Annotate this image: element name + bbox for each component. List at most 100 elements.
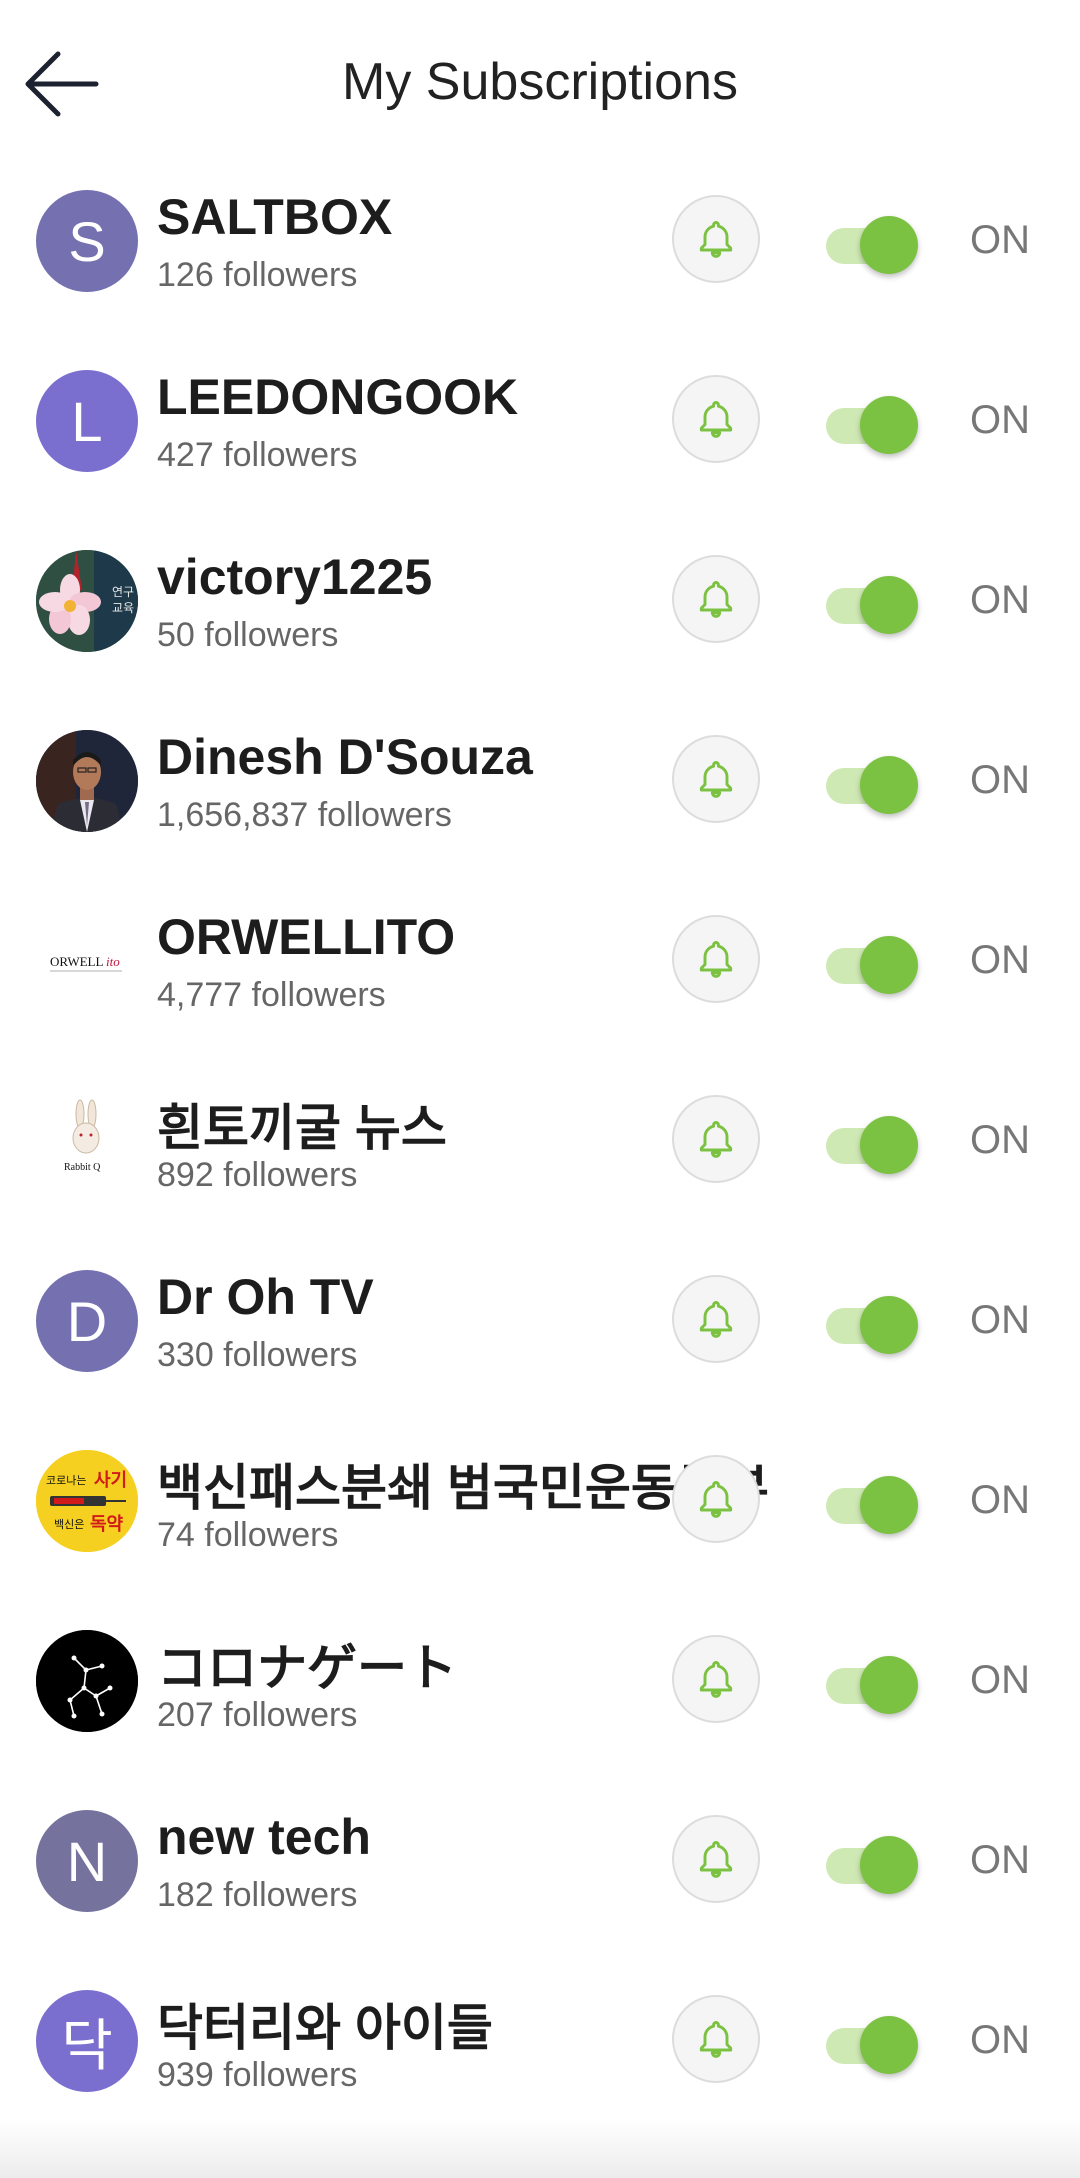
channel-name: ORWELLITO bbox=[157, 909, 456, 965]
notification-bell-button[interactable] bbox=[672, 1275, 760, 1363]
follower-count: 50 followers bbox=[157, 616, 339, 654]
notification-bell-button[interactable] bbox=[672, 1455, 760, 1543]
notification-bell-button[interactable] bbox=[672, 1095, 760, 1183]
follower-count: 4,777 followers bbox=[157, 976, 386, 1014]
svg-text:독약: 독약 bbox=[90, 1513, 124, 1535]
avatar bbox=[36, 1630, 138, 1732]
toggle-status-label: ON bbox=[970, 1298, 1030, 1342]
rabbit-logo-avatar: Rabbit Q bbox=[36, 1090, 138, 1192]
channel-name: victory1225 bbox=[157, 549, 433, 605]
subscription-toggle[interactable] bbox=[822, 1288, 922, 1354]
vaccine-logo-avatar: 코로나는 사기 백신은 독약 bbox=[36, 1450, 138, 1552]
flower-avatar-image: 연구 교육 bbox=[36, 550, 138, 652]
channel-name: Dinesh D'Souza bbox=[157, 729, 533, 785]
avatar: D bbox=[36, 1270, 138, 1372]
subscription-toggle[interactable] bbox=[822, 1468, 922, 1534]
notification-bell-button[interactable] bbox=[672, 1995, 760, 2083]
toggle-status-label: ON bbox=[970, 398, 1030, 442]
bell-icon bbox=[699, 761, 733, 798]
svg-text:교육: 교육 bbox=[112, 601, 134, 615]
notification-bell-button[interactable] bbox=[672, 555, 760, 643]
subscription-row[interactable]: S SALTBOX 126 followers ON bbox=[0, 150, 1080, 330]
avatar-letter: L bbox=[71, 389, 103, 453]
follower-count: 74 followers bbox=[157, 1516, 339, 1554]
subscription-row[interactable]: 연구 교육 victory1225 50 followers ON bbox=[0, 510, 1080, 690]
subscription-toggle[interactable] bbox=[822, 388, 922, 454]
follower-count: 427 followers bbox=[157, 436, 358, 474]
follower-count: 1,656,837 followers bbox=[157, 796, 452, 834]
avatar: 닥 bbox=[36, 1990, 138, 2092]
follower-count: 939 followers bbox=[157, 2056, 358, 2094]
subscription-row[interactable]: L LEEDONGOOK 427 followers ON bbox=[0, 330, 1080, 510]
subscription-row[interactable]: Rabbit Q 흰토끼굴 뉴스 892 followers ON bbox=[0, 1050, 1080, 1230]
toggle-status-label: ON bbox=[970, 1118, 1030, 1162]
subscription-row[interactable]: D Dr Oh TV 330 followers ON bbox=[0, 1230, 1080, 1410]
toggle-status-label: ON bbox=[970, 1478, 1030, 1522]
avatar: L bbox=[36, 370, 138, 472]
avatar-letter: D bbox=[66, 1289, 108, 1353]
avatar: Rabbit Q bbox=[36, 1090, 138, 1192]
svg-text:Rabbit Q: Rabbit Q bbox=[64, 1162, 101, 1173]
channel-name: LEEDONGOOK bbox=[157, 369, 519, 425]
toggle-status-label: ON bbox=[970, 2018, 1030, 2062]
subscription-row[interactable]: N new tech 182 followers ON bbox=[0, 1770, 1080, 1950]
avatar bbox=[36, 730, 138, 832]
notification-bell-button[interactable] bbox=[672, 375, 760, 463]
bell-icon bbox=[699, 2021, 733, 2058]
notification-bell-button[interactable] bbox=[672, 195, 760, 283]
subscription-row[interactable]: ORWELL ito ORWELLITO 4,777 followers ON bbox=[0, 870, 1080, 1050]
subscription-toggle[interactable] bbox=[822, 928, 922, 994]
toggle-status-label: ON bbox=[970, 218, 1030, 262]
avatar: 연구 교육 bbox=[36, 550, 138, 652]
subscription-toggle[interactable] bbox=[822, 1648, 922, 1714]
avatar: S bbox=[36, 190, 138, 292]
svg-text:코로나는: 코로나는 bbox=[46, 1474, 86, 1487]
avatar-letter: N bbox=[66, 1829, 108, 1893]
subscription-list: S SALTBOX 126 followers ON L LEEDONGOOK … bbox=[0, 150, 1080, 2130]
notification-bell-button[interactable] bbox=[672, 915, 760, 1003]
subscription-toggle[interactable] bbox=[822, 1108, 922, 1174]
bell-icon bbox=[699, 1841, 733, 1878]
bell-icon bbox=[699, 1661, 733, 1698]
subscription-toggle[interactable] bbox=[822, 748, 922, 814]
app-header: My Subscriptions bbox=[0, 0, 1080, 170]
subscription-toggle[interactable] bbox=[822, 208, 922, 274]
constellation-avatar bbox=[36, 1630, 138, 1732]
toggle-status-label: ON bbox=[970, 578, 1030, 622]
avatar-letter: 닥 bbox=[61, 2013, 113, 2077]
channel-name: new tech bbox=[157, 1809, 371, 1865]
svg-text:연구: 연구 bbox=[112, 585, 134, 599]
svg-text:ito: ito bbox=[106, 954, 120, 969]
toggle-status-label: ON bbox=[970, 1838, 1030, 1882]
bell-icon bbox=[699, 221, 733, 258]
subscription-row[interactable]: コロナゲート 207 followers ON bbox=[0, 1590, 1080, 1770]
channel-name: 닥터리와 아이들 bbox=[157, 2000, 493, 2056]
follower-count: 892 followers bbox=[157, 1156, 358, 1194]
svg-text:ORWELL: ORWELL bbox=[50, 954, 103, 969]
channel-name: コロナゲート bbox=[157, 1640, 457, 1696]
bell-icon bbox=[699, 1481, 733, 1518]
svg-text:백신은: 백신은 bbox=[54, 1518, 84, 1531]
bell-icon bbox=[699, 941, 733, 978]
subscription-row[interactable]: 코로나는 사기 백신은 독약 백신패스분쇄 범국민운동본부 74 followe… bbox=[0, 1410, 1080, 1590]
channel-name: Dr Oh TV bbox=[157, 1269, 374, 1325]
notification-bell-button[interactable] bbox=[672, 735, 760, 823]
follower-count: 330 followers bbox=[157, 1336, 358, 1374]
follower-count: 207 followers bbox=[157, 1696, 358, 1734]
channel-name: SALTBOX bbox=[157, 189, 393, 245]
subscription-row[interactable]: 닥 닥터리와 아이들 939 followers ON bbox=[0, 1950, 1080, 2130]
bell-icon bbox=[699, 1301, 733, 1338]
follower-count: 182 followers bbox=[157, 1876, 358, 1914]
bell-icon bbox=[699, 581, 733, 618]
subscription-row[interactable]: Dinesh D'Souza 1,656,837 followers ON bbox=[0, 690, 1080, 870]
subscription-toggle[interactable] bbox=[822, 568, 922, 634]
follower-count: 126 followers bbox=[157, 256, 358, 294]
channel-name: 흰토끼굴 뉴스 bbox=[157, 1100, 447, 1156]
toggle-status-label: ON bbox=[970, 938, 1030, 982]
subscription-toggle[interactable] bbox=[822, 1828, 922, 1894]
person-photo-avatar bbox=[36, 730, 138, 832]
subscription-toggle[interactable] bbox=[822, 2008, 922, 2074]
svg-text:사기: 사기 bbox=[94, 1470, 127, 1491]
notification-bell-button[interactable] bbox=[672, 1815, 760, 1903]
notification-bell-button[interactable] bbox=[672, 1635, 760, 1723]
